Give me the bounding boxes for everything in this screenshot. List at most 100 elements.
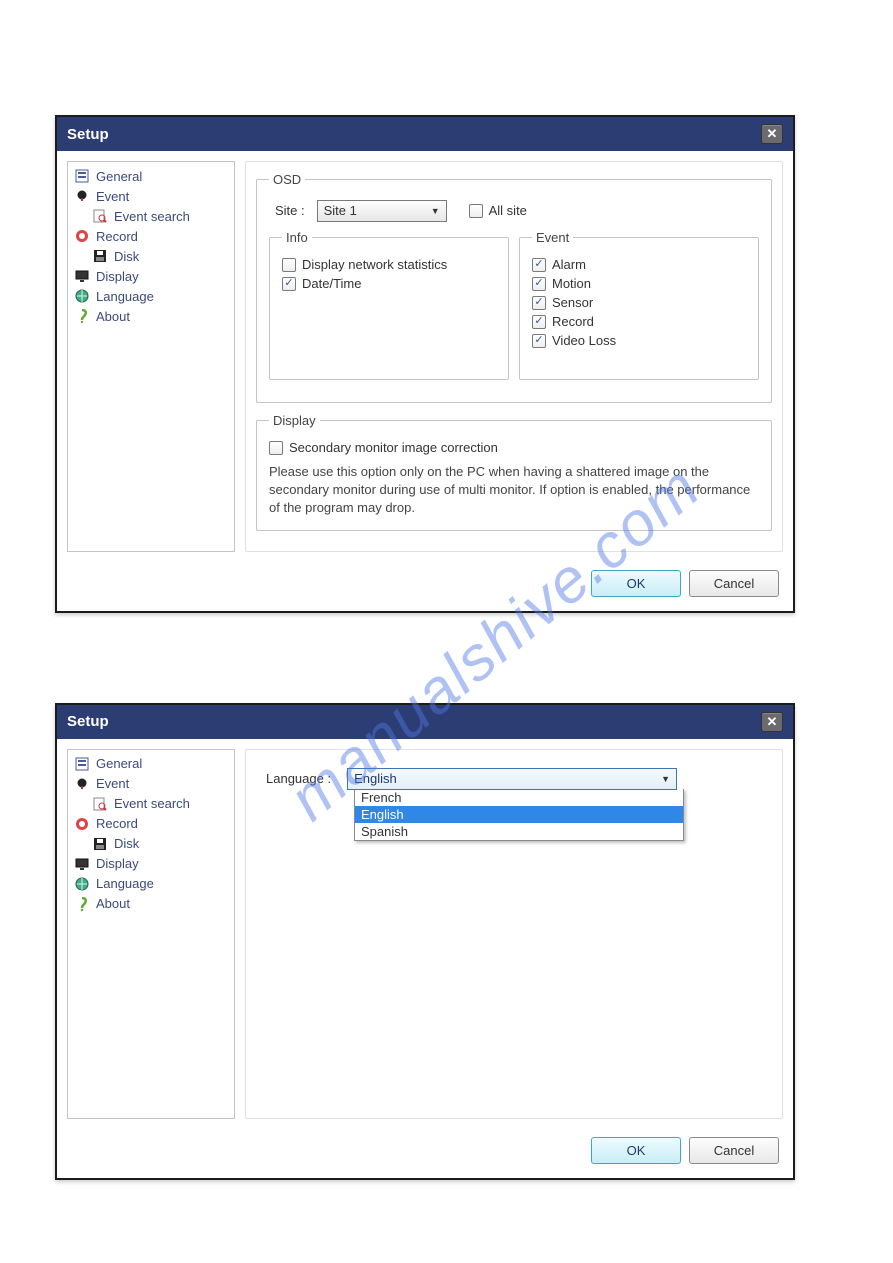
language-dropdown[interactable]: English ▼ (347, 768, 677, 790)
label: Language (96, 289, 154, 304)
ok-button[interactable]: OK (591, 1137, 681, 1164)
tree-display[interactable]: Display (74, 266, 228, 286)
tree-record[interactable]: Record (74, 814, 228, 834)
network-stats-checkbox[interactable]: Display network statistics (282, 257, 496, 272)
event-icon (74, 188, 90, 204)
tree-general[interactable]: General (74, 754, 228, 774)
display-icon (74, 268, 90, 284)
general-icon (74, 168, 90, 184)
ok-button[interactable]: OK (591, 570, 681, 597)
label: Sensor (552, 295, 593, 310)
event-search-icon (92, 208, 108, 224)
language-value: English (354, 771, 397, 786)
close-icon: ✕ (767, 126, 778, 142)
tree-general[interactable]: General (74, 166, 228, 186)
nav-tree: General Event Event search Record Disk D… (67, 161, 235, 552)
checkbox-checked-icon: ✓ (532, 258, 546, 272)
label: Date/Time (302, 276, 361, 291)
info-legend: Info (282, 230, 312, 245)
record-icon (74, 816, 90, 832)
close-icon: ✕ (767, 714, 778, 730)
close-button[interactable]: ✕ (761, 712, 783, 732)
label: Video Loss (552, 333, 616, 348)
osd-legend: OSD (269, 172, 305, 187)
close-button[interactable]: ✕ (761, 124, 783, 144)
event-legend: Event (532, 230, 573, 245)
label: OK (627, 1143, 646, 1158)
label: Display network statistics (302, 257, 447, 272)
label: Alarm (552, 257, 586, 272)
checkbox-icon (269, 441, 283, 455)
tree-disk[interactable]: Disk (74, 834, 228, 854)
site-label: Site : (275, 203, 305, 218)
window-title: Setup (67, 713, 109, 730)
label: About (96, 309, 130, 324)
label: General (96, 169, 142, 184)
cancel-button[interactable]: Cancel (689, 570, 779, 597)
checkbox-checked-icon: ✓ (532, 277, 546, 291)
record-icon (74, 228, 90, 244)
about-icon (74, 896, 90, 912)
videoloss-checkbox[interactable]: ✓ Video Loss (532, 333, 746, 348)
label: Disk (114, 836, 139, 851)
tree-event-search[interactable]: Event search (74, 206, 228, 226)
disk-icon (92, 836, 108, 852)
disk-icon (92, 248, 108, 264)
tree-language[interactable]: Language (74, 874, 228, 894)
label: General (96, 756, 142, 771)
label: French (361, 790, 401, 805)
label: Cancel (714, 1143, 754, 1158)
tree-record[interactable]: Record (74, 226, 228, 246)
label: Disk (114, 249, 139, 264)
tree-language[interactable]: Language (74, 286, 228, 306)
button-row: OK Cancel (57, 562, 793, 611)
tree-disk[interactable]: Disk (74, 246, 228, 266)
label: Record (96, 816, 138, 831)
titlebar: Setup ✕ (57, 117, 793, 151)
record-checkbox[interactable]: ✓ Record (532, 314, 746, 329)
secondary-monitor-checkbox[interactable]: Secondary monitor image correction (269, 440, 759, 455)
label: Display (96, 856, 139, 871)
alarm-checkbox[interactable]: ✓ Alarm (532, 257, 746, 272)
language-icon (74, 288, 90, 304)
sensor-checkbox[interactable]: ✓ Sensor (532, 295, 746, 310)
tree-event-search[interactable]: Event search (74, 794, 228, 814)
language-option-spanish[interactable]: Spanish (355, 823, 683, 840)
label: Event search (114, 796, 190, 811)
label: Event (96, 189, 129, 204)
window-title: Setup (67, 126, 109, 143)
all-site-checkbox[interactable]: All site (469, 203, 527, 218)
dropdown-arrow-icon: ▼ (431, 206, 440, 216)
label: About (96, 896, 130, 911)
display-group: Display Secondary monitor image correcti… (256, 413, 772, 531)
cancel-button[interactable]: Cancel (689, 1137, 779, 1164)
tree-about[interactable]: About (74, 306, 228, 326)
tree-event[interactable]: Event (74, 774, 228, 794)
osd-group: OSD Site : Site 1 ▼ All site Info (256, 172, 772, 403)
content-panel: Language : English ▼ French English Span… (245, 749, 783, 1119)
language-label: Language : (266, 771, 331, 786)
label: OK (627, 576, 646, 591)
checkbox-checked-icon: ✓ (532, 334, 546, 348)
label: Language (96, 876, 154, 891)
label: All site (489, 203, 527, 218)
checkbox-checked-icon: ✓ (532, 296, 546, 310)
site-dropdown[interactable]: Site 1 ▼ (317, 200, 447, 222)
checkbox-checked-icon: ✓ (532, 315, 546, 329)
about-icon (74, 308, 90, 324)
tree-about[interactable]: About (74, 894, 228, 914)
label: English (361, 807, 404, 822)
label: Record (96, 229, 138, 244)
label: Cancel (714, 576, 754, 591)
label: Motion (552, 276, 591, 291)
datetime-checkbox[interactable]: ✓ Date/Time (282, 276, 496, 291)
language-option-english[interactable]: English (355, 806, 683, 823)
motion-checkbox[interactable]: ✓ Motion (532, 276, 746, 291)
language-dropdown-list: French English Spanish (354, 789, 684, 841)
label: Spanish (361, 824, 408, 839)
tree-event[interactable]: Event (74, 186, 228, 206)
language-option-french[interactable]: French (355, 789, 683, 806)
tree-display[interactable]: Display (74, 854, 228, 874)
label: Display (96, 269, 139, 284)
site-row: Site : Site 1 ▼ All site (275, 199, 759, 222)
